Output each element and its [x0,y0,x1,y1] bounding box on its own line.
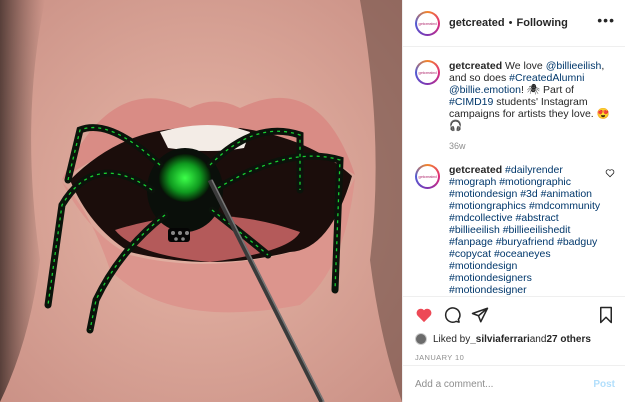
hashtag-line[interactable]: #mograph #motiongraphic [449,176,571,188]
post-header: getcreated getcreated • Following ••• [403,0,625,47]
hashtag-body: getcreated #dailyrender #mograph #motiong… [449,164,605,295]
hashtag-line[interactable]: #copycat #oceaneyes [449,248,551,260]
liked-mid: and [529,333,547,345]
avatar-logo: getcreated [418,168,437,185]
liked-prefix: Liked by [433,333,471,345]
caption-segment: We love [505,60,546,72]
caption-segment: Part of [540,84,574,96]
comment-like-icon[interactable] [605,168,615,178]
comment-avatar[interactable]: getcreated [415,164,440,189]
liked-count-link[interactable]: 27 others [546,334,590,345]
comment-input[interactable] [415,378,594,390]
action-icons [415,305,615,325]
hashtag-line[interactable]: #motiondesign #3d #animation [449,188,592,200]
caption-segment: ! 🕷 [520,84,541,96]
heart-filled-icon[interactable] [415,306,433,324]
hashtag-line[interactable]: #motiongraphics #mdcommunity [449,200,600,212]
post-date[interactable]: JANUARY 10 [415,353,615,362]
likes-summary: Liked by _silviaferrari and 27 others [415,333,615,345]
hashtag-line[interactable]: #fanpage #buryafriend #badguy [449,236,597,248]
comment-timestamp[interactable]: 36w [449,140,615,152]
caption-link[interactable]: @billieeilish [546,60,602,72]
caption-body: getcreated We love @billieeilish, and so… [449,60,615,152]
author-username[interactable]: getcreated [449,17,505,29]
author-avatar[interactable]: getcreated [415,10,440,36]
header-separator: • [508,17,513,29]
avatar-logo: getcreated [418,64,437,81]
hashtag-line[interactable]: #motiondesigner [449,284,527,295]
post-side-panel: getcreated getcreated • Following ••• ge… [402,0,625,402]
following-button[interactable]: Following [517,17,568,29]
caption-link[interactable]: #CIMD19 [449,96,493,108]
liker-avatar[interactable] [415,333,427,345]
liked-user-link[interactable]: _silviaferrari [470,334,530,345]
comments-list[interactable]: getcreated getcreated We love @billieeil… [403,48,625,295]
post-comment-button[interactable]: Post [593,379,615,390]
ellipsis-icon[interactable]: ••• [597,13,615,31]
comment-username[interactable]: getcreated [449,60,502,72]
comment-icon[interactable] [443,306,461,324]
caption-comment: getcreated getcreated We love @billieeil… [403,48,625,152]
share-icon[interactable] [471,306,489,324]
hashtag-line[interactable]: #motiondesign [449,260,517,272]
hashtag-line[interactable]: #billieeilish #billieeilishedit [449,224,570,236]
caption-link[interactable]: @billie.emotion [449,84,521,96]
post-image[interactable] [0,0,402,402]
add-comment-bar: Post [403,365,625,402]
bookmark-icon[interactable] [597,306,615,324]
avatar-logo: getcreated [418,14,437,32]
post-actions: Liked by _silviaferrari and 27 others JA… [403,296,625,362]
hashtag-comment: getcreated getcreated #dailyrender #mogra… [403,152,625,295]
comment-avatar[interactable]: getcreated [415,60,440,85]
hashtag-line[interactable]: #mdcollective #abstract [449,212,559,224]
lips-spider-illustration [0,0,402,402]
caption-link[interactable]: #CreatedAlumni [509,72,584,84]
hashtag-text: #dailyrender #mograph #motiongraphic #moti… [449,164,600,295]
comment-username[interactable]: getcreated [449,164,502,176]
instagram-post-view: getcreated getcreated • Following ••• ge… [0,0,625,402]
hashtag-line[interactable]: #dailyrender [505,164,563,176]
hashtag-line[interactable]: #motiondesigners [449,272,532,284]
